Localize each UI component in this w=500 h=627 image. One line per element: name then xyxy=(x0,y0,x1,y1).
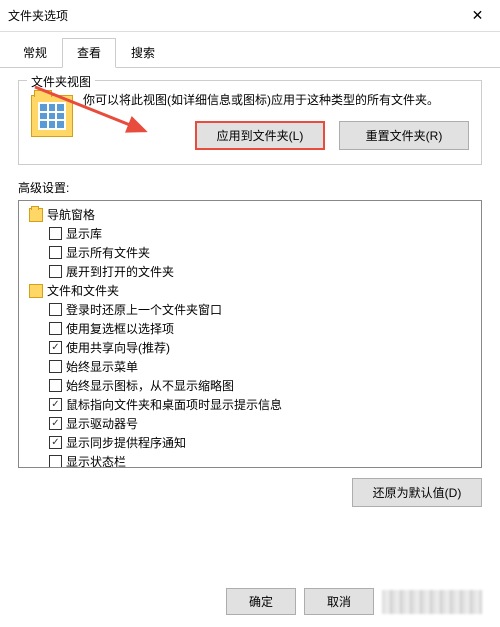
tree-header: 文件和文件夹 xyxy=(25,281,475,300)
tree-item-label: 显示状态栏 xyxy=(66,453,126,468)
tree-checkbox-item[interactable]: 显示所有文件夹 xyxy=(25,243,475,262)
window-title: 文件夹选项 xyxy=(8,7,68,24)
apply-to-folders-button[interactable]: 应用到文件夹(L) xyxy=(195,121,325,150)
nav-icon xyxy=(29,208,43,222)
checkbox[interactable] xyxy=(49,246,62,259)
advanced-settings-label: 高级设置: xyxy=(18,179,482,196)
tree-item-label: 登录时还原上一个文件夹窗口 xyxy=(66,301,222,318)
checkbox[interactable] xyxy=(49,417,62,430)
checkbox[interactable] xyxy=(49,341,62,354)
restore-defaults-button[interactable]: 还原为默认值(D) xyxy=(352,478,482,507)
obscured-region xyxy=(382,590,482,614)
checkbox[interactable] xyxy=(49,398,62,411)
close-icon: ✕ xyxy=(472,7,484,24)
cancel-button[interactable]: 取消 xyxy=(304,588,374,615)
tree-checkbox-item[interactable]: 鼠标指向文件夹和桌面项时显示提示信息 xyxy=(25,395,475,414)
reset-folders-button[interactable]: 重置文件夹(R) xyxy=(339,121,469,150)
folder-icon xyxy=(31,95,73,137)
close-button[interactable]: ✕ xyxy=(455,0,500,32)
tree-item-label: 展开到打开的文件夹 xyxy=(66,263,174,280)
checkbox[interactable] xyxy=(49,265,62,278)
tab-general[interactable]: 常规 xyxy=(8,38,62,67)
checkbox[interactable] xyxy=(49,227,62,240)
dialog-footer: 确定 取消 xyxy=(226,588,482,615)
tree-checkbox-item[interactable]: 登录时还原上一个文件夹窗口 xyxy=(25,300,475,319)
ok-button[interactable]: 确定 xyxy=(226,588,296,615)
checkbox[interactable] xyxy=(49,303,62,316)
tree-checkbox-item[interactable]: 使用共享向导(推荐) xyxy=(25,338,475,357)
tree-item-label: 始终显示图标，从不显示缩略图 xyxy=(66,377,234,394)
tree-header-label: 导航窗格 xyxy=(47,206,95,223)
tab-view[interactable]: 查看 xyxy=(62,38,116,68)
tree-item-label: 显示同步提供程序通知 xyxy=(66,434,186,451)
tree-checkbox-item[interactable]: 显示状态栏 xyxy=(25,452,475,468)
checkbox[interactable] xyxy=(49,379,62,392)
tree-item-label: 使用复选框以选择项 xyxy=(66,320,174,337)
checkbox[interactable] xyxy=(49,322,62,335)
tab-bar: 常规 查看 搜索 xyxy=(0,32,500,68)
tree-item-label: 显示所有文件夹 xyxy=(66,244,150,261)
tree-checkbox-item[interactable]: 始终显示图标，从不显示缩略图 xyxy=(25,376,475,395)
folder-icon xyxy=(29,284,43,298)
tree-checkbox-item[interactable]: 展开到打开的文件夹 xyxy=(25,262,475,281)
checkbox[interactable] xyxy=(49,436,62,449)
folder-view-group-label: 文件夹视图 xyxy=(27,73,95,90)
tree-item-label: 显示库 xyxy=(66,225,102,242)
folder-view-description: 你可以将此视图(如详细信息或图标)应用于这种类型的所有文件夹。 xyxy=(83,91,469,109)
tree-checkbox-item[interactable]: 显示驱动器号 xyxy=(25,414,475,433)
tree-item-label: 鼠标指向文件夹和桌面项时显示提示信息 xyxy=(66,396,282,413)
tree-item-label: 始终显示菜单 xyxy=(66,358,138,375)
tree-item-label: 显示驱动器号 xyxy=(66,415,138,432)
tree-checkbox-item[interactable]: 使用复选框以选择项 xyxy=(25,319,475,338)
folder-view-group: 文件夹视图 你可以将此视图(如详细信息或图标)应用于这种类型的所有文件夹。 应用… xyxy=(18,80,482,165)
tree-item-label: 使用共享向导(推荐) xyxy=(66,339,170,356)
checkbox[interactable] xyxy=(49,455,62,468)
tree-checkbox-item[interactable]: 始终显示菜单 xyxy=(25,357,475,376)
tab-search[interactable]: 搜索 xyxy=(116,38,170,67)
tree-header: 导航窗格 xyxy=(25,205,475,224)
advanced-settings-tree[interactable]: 导航窗格显示库显示所有文件夹展开到打开的文件夹文件和文件夹登录时还原上一个文件夹… xyxy=(18,200,482,468)
tree-header-label: 文件和文件夹 xyxy=(47,282,119,299)
tree-checkbox-item[interactable]: 显示同步提供程序通知 xyxy=(25,433,475,452)
tree-checkbox-item[interactable]: 显示库 xyxy=(25,224,475,243)
checkbox[interactable] xyxy=(49,360,62,373)
